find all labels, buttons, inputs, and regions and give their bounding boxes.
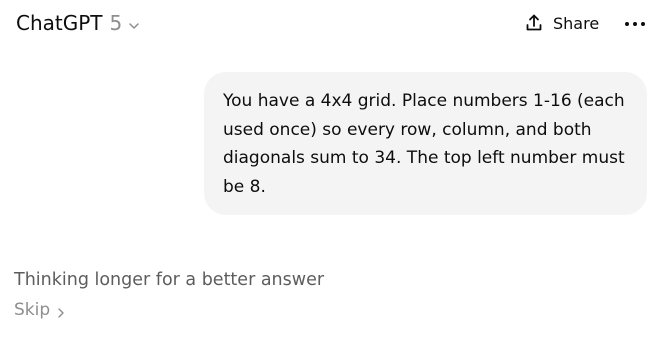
model-selector[interactable]: ChatGPT 5 — [16, 11, 140, 35]
skip-label: Skip — [14, 300, 51, 320]
chevron-right-icon — [56, 304, 66, 318]
model-name: ChatGPT — [16, 11, 103, 35]
chevron-down-icon — [128, 17, 140, 29]
thinking-status: Thinking longer for a better answer — [14, 270, 325, 290]
more-options-button[interactable] — [624, 16, 646, 32]
skip-button[interactable]: Skip — [14, 300, 66, 320]
model-version: 5 — [109, 11, 123, 35]
ellipsis-icon — [624, 17, 646, 36]
share-button[interactable]: Share — [524, 13, 599, 33]
user-message-bubble: You have a 4x4 grid. Place numbers 1-16 … — [204, 72, 647, 215]
share-icon — [524, 13, 544, 33]
share-label: Share — [553, 13, 600, 33]
user-message-text: You have a 4x4 grid. Place numbers 1-16 … — [223, 91, 625, 197]
top-bar: ChatGPT 5 Share — [0, 0, 659, 50]
